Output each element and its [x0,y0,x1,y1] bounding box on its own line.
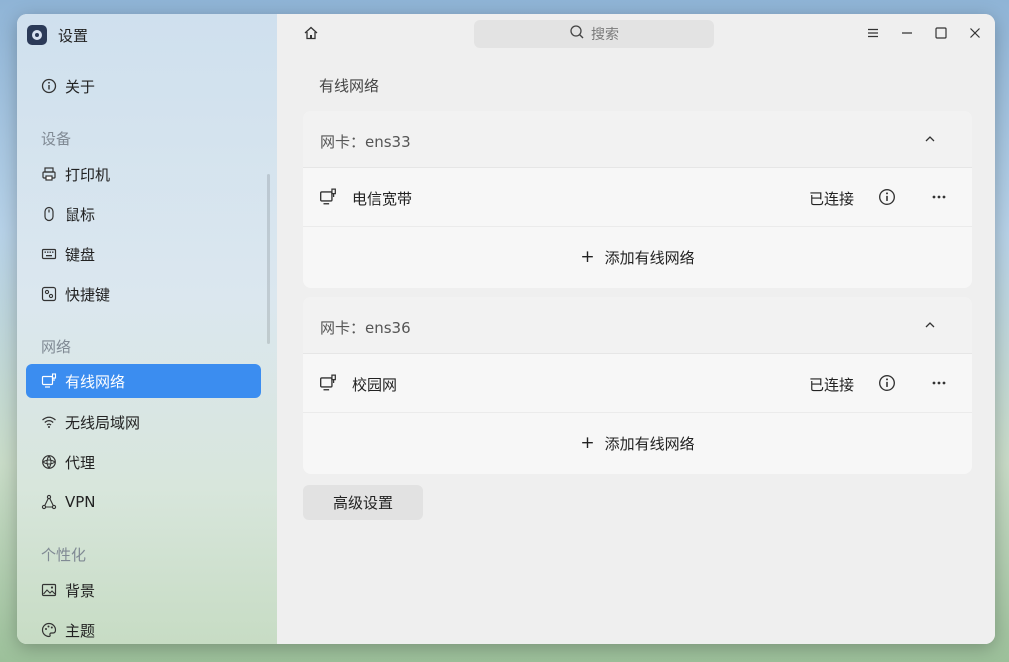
image-icon [41,582,57,598]
more-options-icon[interactable] [930,374,948,392]
sidebar: 设置 关于 设备 打印机 鼠标 键盘 快捷键 网络 有线网络 无线局域网 代理 … [17,14,277,644]
sidebar-item-printer[interactable]: 打印机 [26,157,261,191]
connection-name: 电信宽带 [352,190,413,208]
plus-icon: + [580,247,595,267]
wired-network-icon [319,374,337,392]
adapter-header[interactable]: 网卡：ens33 [303,111,972,168]
sidebar-item-wireless[interactable]: 无线局域网 [26,405,261,439]
chevron-up-icon[interactable] [922,131,938,147]
home-button[interactable] [301,25,321,45]
sidebar-item-wired[interactable]: 有线网络 [26,364,261,398]
vpn-icon [41,494,57,510]
maximize-button[interactable] [930,24,952,44]
connection-row[interactable]: 电信宽带 已连接 [303,168,972,227]
add-wired-network-label: 添加有线网络 [604,434,695,453]
sidebar-item-about[interactable]: 关于 [26,69,261,103]
adapter-label: 网卡：ens36 [320,319,411,337]
sidebar-item-label: 背景 [65,581,96,600]
advanced-settings-button[interactable]: 高级设置 [303,485,423,520]
wifi-icon [41,414,57,430]
connection-status: 已连接 [809,190,855,208]
page-title: 有线网络 [319,77,380,95]
search-icon [569,24,591,44]
mouse-icon [41,206,57,222]
app-title: 设置 [58,26,89,45]
main-panel: 搜索 有线网络 网卡：ens33 电信宽带 已连接 + 添加有线网络 网卡：en… [277,14,995,644]
palette-icon [41,622,57,638]
sidebar-item-label: 关于 [65,77,96,96]
adapter-card: 网卡：ens36 校园网 已连接 + 添加有线网络 [303,297,972,474]
add-wired-network-button[interactable]: + 添加有线网络 [303,228,972,286]
connection-name: 校园网 [352,376,398,394]
sidebar-item-label: 键盘 [65,245,96,264]
chevron-up-icon[interactable] [922,317,938,333]
adapter-card: 网卡：ens33 电信宽带 已连接 + 添加有线网络 [303,111,972,288]
wired-network-icon [319,188,337,206]
info-icon[interactable] [878,188,896,206]
sidebar-item-label: 打印机 [65,165,111,184]
sidebar-item-keyboard[interactable]: 键盘 [26,237,261,271]
keyboard-icon [41,246,57,262]
search-placeholder: 搜索 [591,27,619,43]
adapter-header[interactable]: 网卡：ens36 [303,297,972,354]
home-icon [303,25,319,45]
sidebar-item-label: 主题 [65,621,96,640]
app-title-bar: 设置 [27,24,88,46]
wired-network-icon [41,373,57,389]
group-label-network: 网络 [41,338,72,356]
group-label-devices: 设备 [41,130,72,148]
minimize-icon [900,25,914,44]
info-icon[interactable] [878,374,896,392]
sidebar-item-mouse[interactable]: 鼠标 [26,197,261,231]
plus-icon: + [580,433,595,453]
menu-icon [866,25,880,44]
maximize-icon [934,25,948,44]
sidebar-item-label: 代理 [65,453,96,472]
sidebar-item-theme[interactable]: 主题 [26,613,261,644]
sidebar-item-shortcuts[interactable]: 快捷键 [26,277,261,311]
adapter-label: 网卡：ens33 [320,133,411,151]
connection-row[interactable]: 校园网 已连接 [303,354,972,413]
shortcut-icon [41,286,57,302]
connection-status: 已连接 [809,376,855,394]
proxy-icon [41,454,57,470]
add-wired-network-label: 添加有线网络 [604,248,695,267]
settings-window: 设置 关于 设备 打印机 鼠标 键盘 快捷键 网络 有线网络 无线局域网 代理 … [17,14,995,644]
info-icon [41,78,57,94]
more-options-icon[interactable] [930,188,948,206]
menu-button[interactable] [862,24,884,44]
sidebar-scrollbar[interactable] [267,174,270,344]
sidebar-item-label: 鼠标 [65,205,96,224]
sidebar-item-label: 有线网络 [65,372,126,391]
printer-icon [41,166,57,182]
sidebar-item-label: 快捷键 [65,285,111,304]
close-button[interactable] [964,24,986,44]
sidebar-item-label: VPN [65,493,96,511]
sidebar-item-background[interactable]: 背景 [26,573,261,607]
add-wired-network-button[interactable]: + 添加有线网络 [303,414,972,472]
sidebar-item-vpn[interactable]: VPN [26,485,261,519]
settings-app-icon [27,25,47,45]
search-input[interactable]: 搜索 [474,20,714,48]
sidebar-item-proxy[interactable]: 代理 [26,445,261,479]
sidebar-item-label: 无线局域网 [65,413,141,432]
minimize-button[interactable] [896,24,918,44]
group-label-personalization: 个性化 [41,546,87,564]
close-icon [968,25,982,44]
